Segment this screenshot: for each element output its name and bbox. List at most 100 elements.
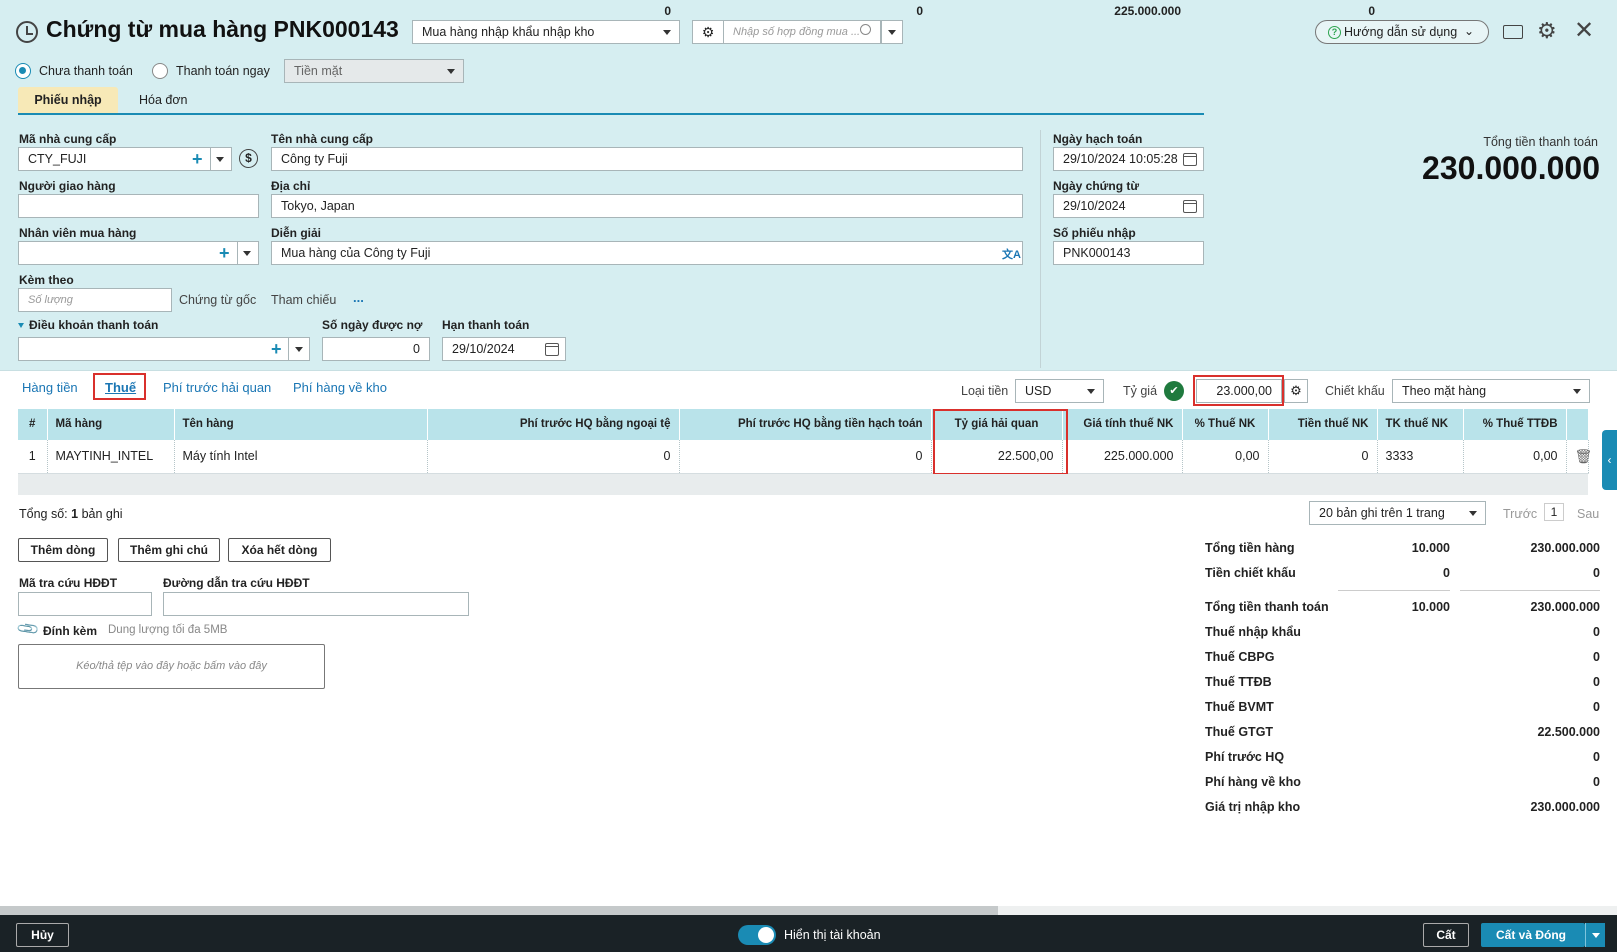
tab-goods[interactable]: Hàng tiền (22, 380, 78, 395)
gear-icon[interactable]: ⚙ (1537, 18, 1557, 44)
page-size-select[interactable]: 20 bản ghi trên 1 trang (1309, 501, 1486, 525)
deliverer-input[interactable] (18, 194, 259, 218)
supplier-code-value: CTY_FUJI (28, 152, 87, 166)
voucher-type-select[interactable]: Mua hàng nhập khẩu nhập kho (412, 20, 680, 44)
chevron-down-icon (1573, 389, 1581, 394)
col-pre-local[interactable]: Phí trước HQ bằng tiền hạch toán (679, 409, 932, 440)
terms-input[interactable] (18, 337, 310, 361)
summary-value-local: 0 (1593, 775, 1600, 789)
col-taxable-value[interactable]: Giá tính thuế NK (1062, 409, 1183, 440)
cell-import-tax-account[interactable]: 3333 (1377, 440, 1464, 474)
pager-current-page[interactable]: 1 (1544, 503, 1564, 521)
collapse-caret-icon[interactable] (18, 323, 24, 328)
total-value: 230.000.000 (1422, 150, 1600, 186)
reference-more-link[interactable]: ... (353, 290, 364, 305)
supplier-name-label: Tên nhà cung cấp (271, 132, 374, 146)
tab-receipt[interactable]: Phiếu nhập (18, 87, 118, 113)
credit-days-input[interactable]: 0 (322, 337, 430, 361)
summary-value-local: 0 (1593, 650, 1600, 664)
show-accounts-label: Hiển thị tài khoản (784, 928, 881, 942)
address-input[interactable]: Tokyo, Japan (271, 194, 1023, 218)
doc-date-input[interactable]: 29/10/2024 (1053, 194, 1204, 218)
pager-prev[interactable]: Trước (1503, 507, 1537, 521)
search-icon[interactable] (860, 24, 871, 35)
save-options-button[interactable] (1585, 923, 1605, 947)
col-item-code[interactable]: Mã hàng (47, 409, 175, 440)
contract-dropdown-button[interactable] (881, 20, 903, 44)
show-accounts-toggle[interactable] (738, 925, 776, 945)
discount-select[interactable]: Theo mặt hàng (1392, 379, 1590, 403)
total-pre-local: 0 (916, 4, 923, 18)
add-terms-icon[interactable]: + (271, 338, 282, 360)
translate-icon[interactable]: 文A (1002, 246, 1021, 262)
einvoice-link-input[interactable] (163, 592, 469, 616)
trash-icon[interactable]: 🗑 (1566, 440, 1592, 474)
cell-pre-foreign[interactable]: 0 (427, 440, 680, 474)
col-pre-foreign[interactable]: Phí trước HQ bằng ngoại tệ (427, 409, 680, 440)
currency-select[interactable]: USD (1015, 379, 1104, 403)
terms-label: Điều khoản thanh toán (29, 318, 159, 332)
cell-pre-local[interactable]: 0 (679, 440, 932, 474)
col-excise-pct[interactable]: % Thuế TTĐB (1463, 409, 1567, 440)
add-supplier-icon[interactable]: + (192, 148, 203, 170)
radio-unpaid[interactable] (15, 63, 31, 79)
history-icon[interactable] (16, 21, 38, 43)
tab-to-warehouse[interactable]: Phí hàng về kho (293, 380, 387, 395)
currency-value: USD (1025, 384, 1052, 398)
scrollbar-thumb[interactable] (0, 906, 998, 915)
save-close-button[interactable]: Cất và Đóng (1481, 923, 1585, 947)
receipt-no-input[interactable]: PNK000143 (1053, 241, 1204, 265)
keyboard-icon[interactable] (1503, 25, 1523, 39)
cell-import-tax-amount[interactable]: 0 (1268, 440, 1378, 474)
add-buyer-icon[interactable]: + (219, 242, 230, 264)
cancel-button[interactable]: Hủy (16, 923, 69, 947)
add-row-button[interactable]: Thêm dòng (18, 538, 108, 562)
table-row[interactable]: 1 MAYTINH_INTEL Máy tính Intel 0 0 22.50… (18, 440, 1592, 474)
tab-invoice[interactable]: Hóa đơn (139, 93, 188, 107)
col-import-tax-amount[interactable]: Tiền thuế NK (1268, 409, 1378, 440)
calendar-icon[interactable] (545, 343, 559, 356)
highlight-customs-rate (933, 409, 1068, 475)
add-note-button[interactable]: Thêm ghi chú (118, 538, 220, 562)
supplier-name-input[interactable]: Công ty Fuji (271, 147, 1023, 171)
posting-date-input[interactable]: 29/10/2024 10:05:28 (1053, 147, 1204, 171)
col-item-name[interactable]: Tên hàng (174, 409, 428, 440)
rate-settings-button[interactable]: ⚙ (1284, 379, 1308, 403)
side-panel-toggle-icon[interactable]: ‹ (1602, 430, 1617, 490)
currency-dollar-icon[interactable]: $ (239, 149, 258, 168)
radio-unpaid-label: Chưa thanh toán (39, 64, 133, 78)
pager-next[interactable]: Sau (1577, 507, 1599, 521)
summary-divider (1338, 590, 1450, 591)
radio-paid-now[interactable] (152, 63, 168, 79)
tab-pre-customs[interactable]: Phí trước hải quan (163, 380, 271, 395)
delete-all-button[interactable]: Xóa hết dòng (228, 538, 331, 562)
calendar-icon[interactable] (1183, 200, 1197, 213)
close-icon[interactable]: ✕ (1574, 16, 1594, 45)
save-button[interactable]: Cất (1423, 923, 1469, 947)
help-button[interactable]: Hướng dẫn sử dụng (1315, 20, 1489, 44)
cell-taxable-value[interactable]: 225.000.000 (1062, 440, 1183, 474)
shield-icon[interactable]: ✔ (1164, 381, 1184, 401)
chevron-down-icon[interactable] (216, 157, 224, 162)
chevron-down-icon[interactable] (295, 347, 303, 352)
description-input[interactable]: Mua hàng của Công ty Fuji (271, 241, 1023, 265)
col-import-tax-account[interactable]: TK thuế NK (1377, 409, 1464, 440)
col-import-tax-pct[interactable]: % Thuế NK (1182, 409, 1269, 440)
contract-search-input[interactable]: Nhập số hợp đồng mua ... (723, 20, 881, 44)
cell-item-code[interactable]: MAYTINH_INTEL (47, 440, 175, 474)
einvoice-code-input[interactable] (18, 592, 152, 616)
contract-settings-button[interactable]: ⚙ (692, 20, 724, 44)
record-count-suffix: bản ghi (81, 507, 123, 521)
chevron-down-icon[interactable] (243, 251, 251, 256)
cell-item-name[interactable]: Máy tính Intel (174, 440, 428, 474)
cell-excise-pct[interactable]: 0,00 (1463, 440, 1567, 474)
credit-days-label: Số ngày được nợ (322, 318, 423, 332)
rate-label: Tỷ giá (1123, 384, 1158, 398)
tab-underline (18, 113, 1204, 115)
calendar-icon[interactable] (1183, 153, 1197, 166)
payment-method-select[interactable]: Tiền mặt (284, 59, 464, 83)
cell-import-tax-pct[interactable]: 0,00 (1182, 440, 1269, 474)
attach-quantity-input[interactable]: Số lượng (18, 288, 172, 312)
address-value: Tokyo, Japan (281, 199, 355, 213)
attachment-dropzone[interactable]: Kéo/thả tệp vào đây hoặc bấm vào đây (18, 644, 325, 689)
